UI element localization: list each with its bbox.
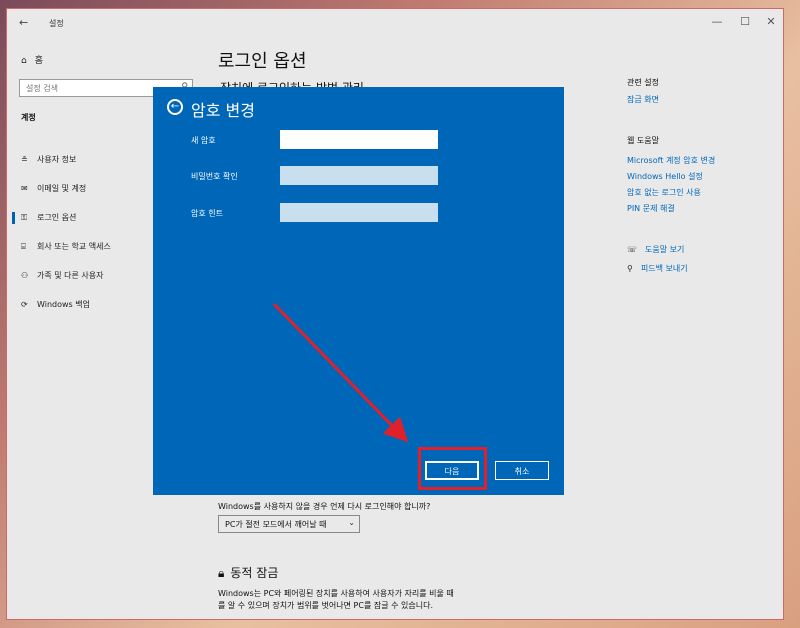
pointer-arrow-annotation xyxy=(272,302,409,443)
